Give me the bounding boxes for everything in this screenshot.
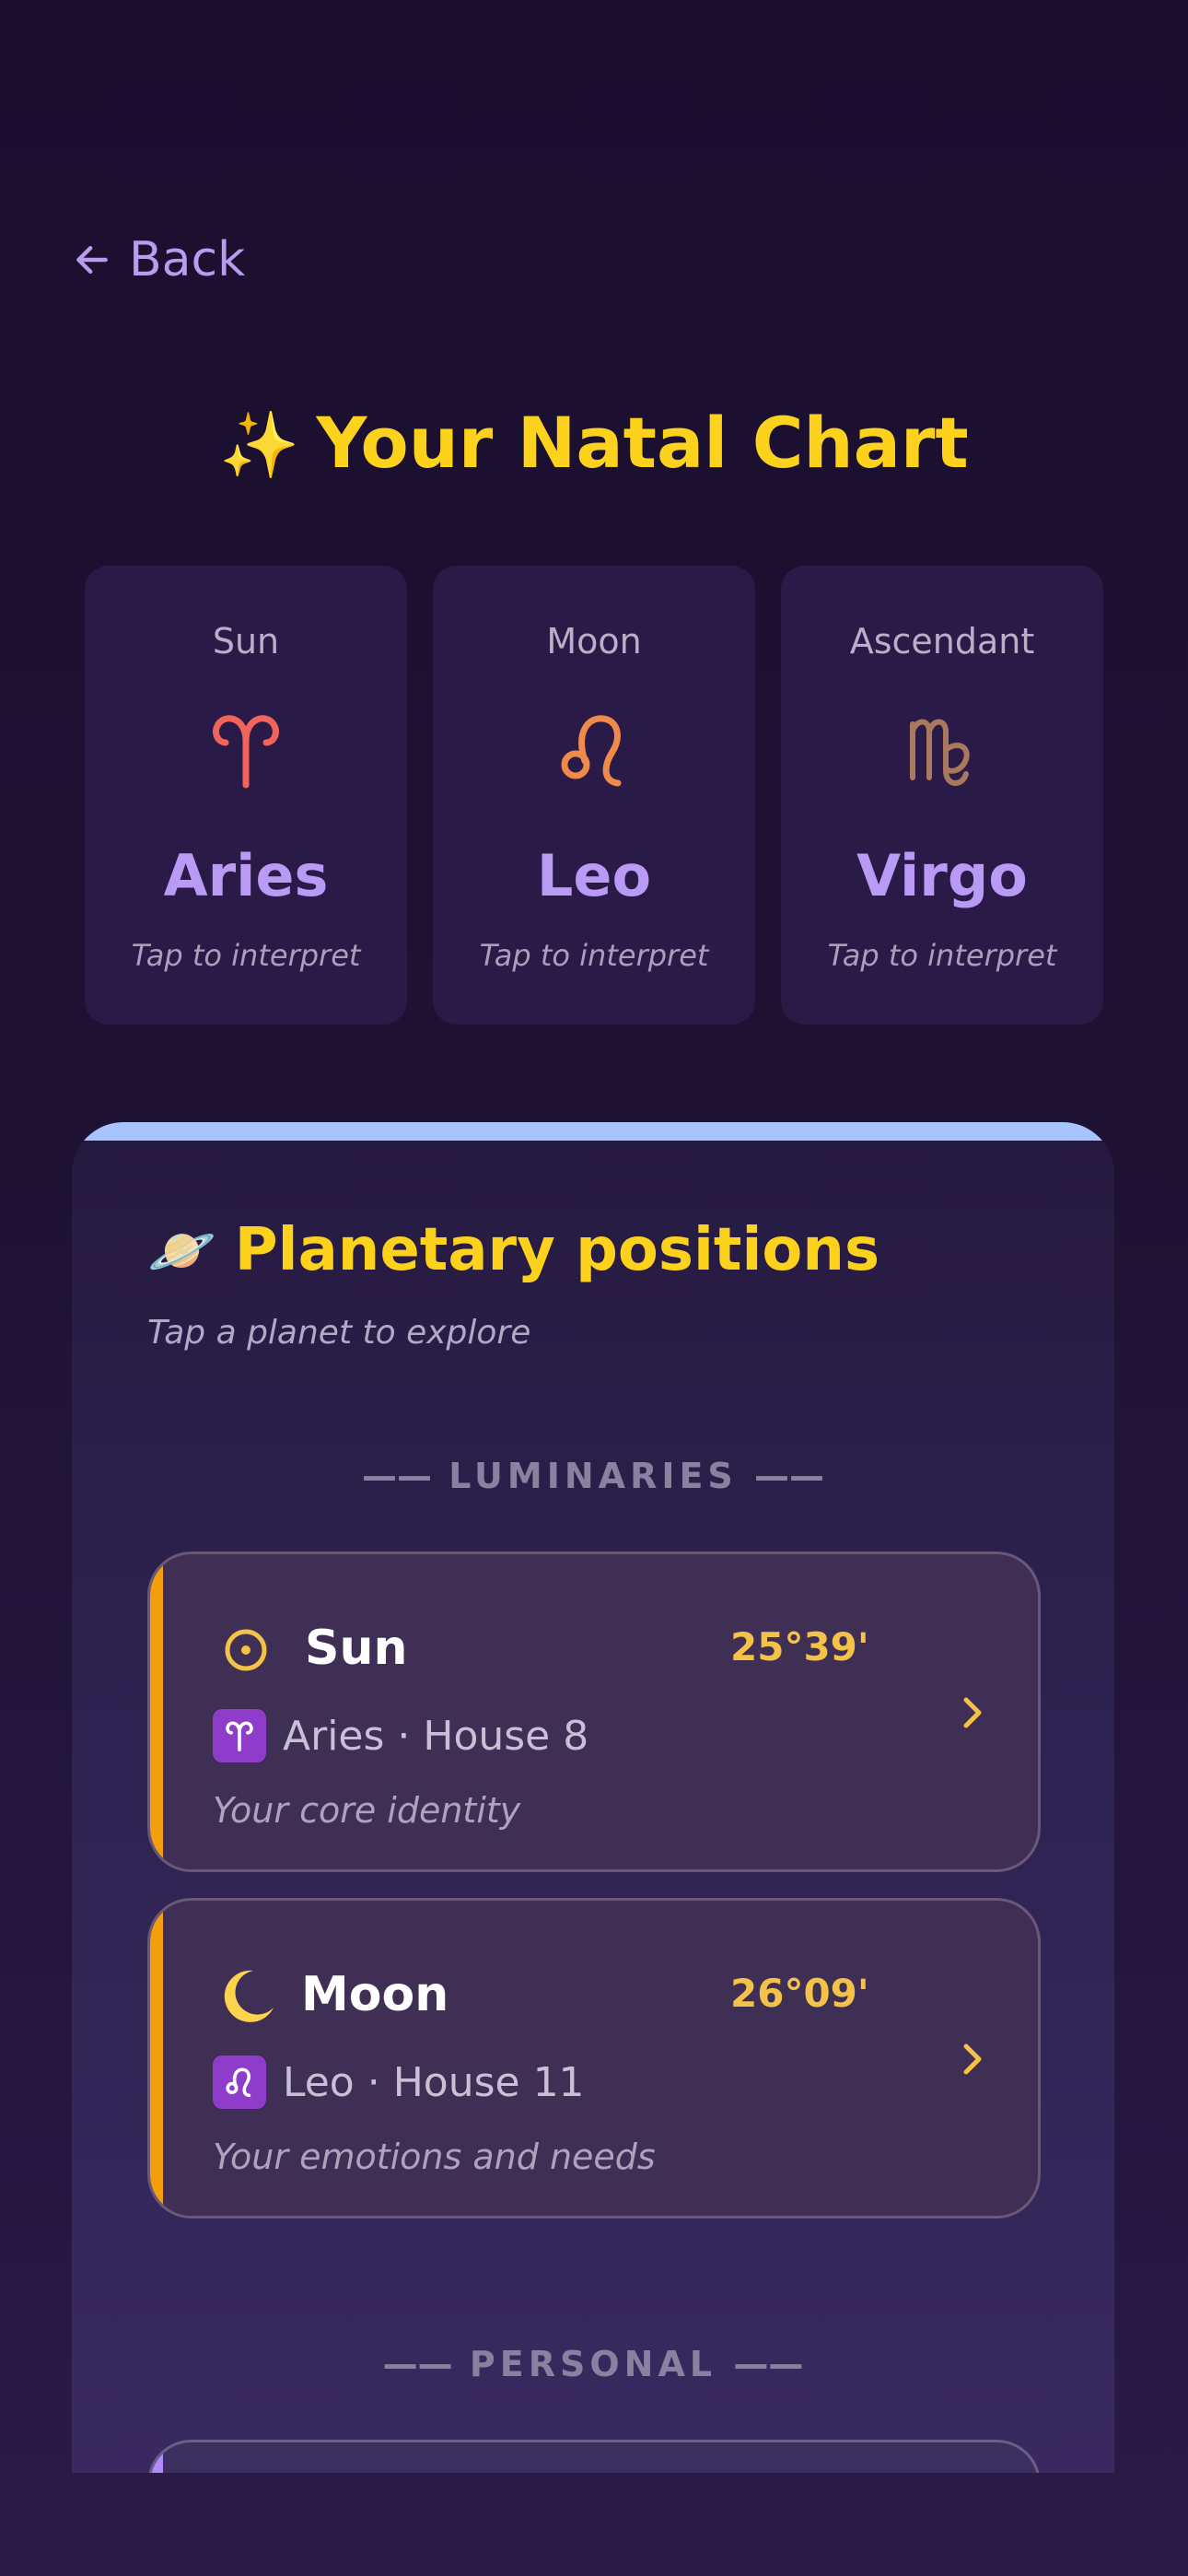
back-label: Back	[129, 232, 246, 287]
virgo-glyph-icon	[781, 704, 1103, 805]
planet-name: Sun	[305, 1621, 408, 1676]
moon-sign-card[interactable]: Moon Leo Tap to interpret	[433, 566, 755, 1025]
card-sign: Virgo	[856, 842, 1028, 909]
sign-house-text: Aries · House 8	[283, 1712, 589, 1760]
category-stripe	[150, 1901, 163, 2216]
chevron-right-icon	[959, 1691, 986, 1739]
planet-name: Moon	[301, 1967, 449, 2022]
card-hint: Tap to interpret	[827, 938, 1057, 973]
leo-glyph-icon	[433, 704, 755, 805]
planet-sign-house: Leo · House 11	[213, 2055, 585, 2109]
ascendant-sign-card[interactable]: Ascendant Virgo Tap to interpret	[781, 566, 1103, 1025]
section-heading-text: LUMINARIES	[448, 1456, 738, 1496]
category-stripe	[150, 2442, 163, 2473]
planet-row-moon[interactable]: Moon 26°09' Leo · House 11 Your emotions…	[147, 1898, 1041, 2219]
section-heading-text: PERSONAL	[469, 2344, 717, 2384]
card-hint: Tap to interpret	[479, 938, 709, 973]
page-title: ✨ Your Natal Chart	[0, 402, 1188, 484]
aries-glyph-icon	[85, 704, 407, 805]
sign-house-text: Leo · House 11	[283, 2058, 585, 2106]
panel-title-text: Planetary positions	[234, 1216, 880, 1284]
chevron-right-icon	[959, 2037, 986, 2085]
category-stripe	[150, 1554, 163, 1869]
planet-degree: 26°09'	[730, 1971, 869, 2016]
panel-title: 🪐 Planetary positions	[147, 1216, 879, 1284]
planet-description: Your core identity	[213, 1790, 521, 1831]
planet-row-partial[interactable]	[147, 2440, 1041, 2473]
arrow-left-icon	[72, 240, 112, 280]
back-button[interactable]: Back	[72, 232, 245, 287]
card-label: Moon	[546, 621, 642, 662]
crescent-moon-icon	[216, 1967, 275, 2026]
card-label: Sun	[212, 621, 280, 662]
card-sign: Aries	[163, 842, 329, 909]
card-label: Ascendant	[849, 621, 1035, 662]
sun-sign-card[interactable]: Sun Aries Tap to interpret	[85, 566, 407, 1025]
section-heading-luminaries: —— LUMINARIES ——	[361, 1456, 825, 1496]
page-title-text: Your Natal Chart	[316, 402, 969, 484]
panel-subtitle: Tap a planet to explore	[147, 1314, 531, 1352]
planet-sign-house: Aries · House 8	[213, 1709, 588, 1762]
card-hint: Tap to interpret	[131, 938, 361, 973]
panel-top-bar	[72, 1122, 1114, 1141]
card-sign: Leo	[536, 842, 652, 909]
planet-degree: 25°39'	[730, 1624, 869, 1669]
section-heading-personal: —— PERSONAL ——	[382, 2344, 804, 2384]
sun-symbol-icon	[216, 1621, 275, 1680]
aries-zodiac-icon	[213, 1709, 266, 1762]
planet-row-sun[interactable]: Sun 25°39' Aries · House 8 Your core ide…	[147, 1551, 1041, 1872]
sparkles-icon: ✨	[219, 407, 300, 483]
planet-description: Your emotions and needs	[213, 2137, 656, 2177]
big-three-cards: Sun Aries Tap to interpret Moon Leo Tap …	[85, 566, 1103, 1025]
ringed-planet-icon: 🪐	[147, 1218, 216, 1283]
planetary-positions-panel: 🪐 Planetary positions Tap a planet to ex…	[72, 1122, 1114, 2473]
leo-zodiac-icon	[213, 2055, 266, 2109]
